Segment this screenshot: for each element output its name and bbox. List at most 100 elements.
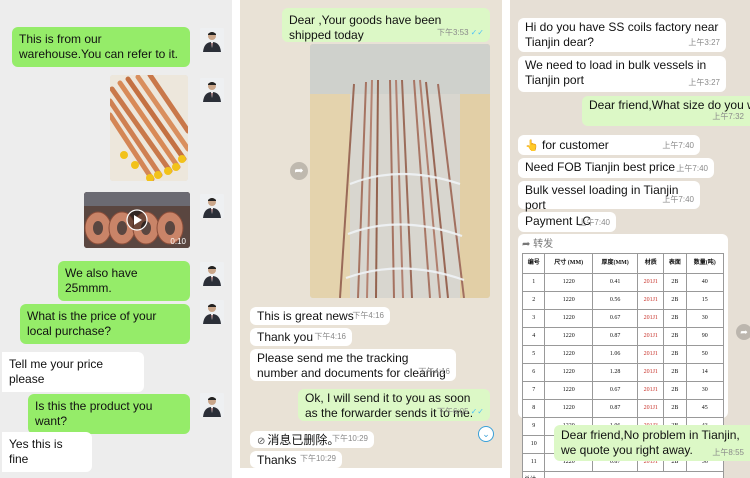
table-cell: 201J1 [637,363,665,382]
avatar[interactable] [200,28,224,52]
chat-message[interactable]: What is the price of your local purchase… [20,304,190,344]
table-cell: 1220 [544,327,593,346]
table-cell: 9 [521,417,546,436]
table-cell: 2B [663,363,687,382]
copper-tubes-photo[interactable] [110,75,188,181]
chat-message[interactable]: Hi do you have SS coils factory near Tia… [518,18,726,52]
table-cell: 2B [663,291,687,310]
forward-icon[interactable]: ➦ [290,162,308,180]
table-cell: 总计 [521,471,546,478]
chat-message[interactable]: Thank you 下午4:16 [250,328,352,346]
chat-message[interactable]: We also have 25mmm. [58,261,190,301]
chat-message[interactable]: Ok, I will send it to you as soon as the… [298,389,490,421]
table-cell: 7 [521,381,546,400]
table-header-row: 编号 尺寸 (MM) 厚度(MM) 材质 表面 数量(吨) [521,253,725,274]
chat-message[interactable]: Dear ,Your goods have been shipped today… [282,8,490,42]
copper-coils-video[interactable]: 0:10 [84,192,190,248]
table-header-cell: 表面 [663,253,687,274]
forwarded-image-message[interactable]: ➦ 转发 编号 尺寸 (MM) 厚度(MM) 材质 表面 数量(吨) 1 1220… [518,234,728,478]
table-cell: 4 [521,327,546,346]
table-cell: 40 [685,273,725,292]
table-cell: 2B [663,399,687,418]
table-cell [544,471,724,478]
table-row: 1 1220 0.41 201J1 2B 40 [521,273,725,292]
message-text: We need to load in bulk vessels in Tianj… [525,58,707,87]
table-cell: 0.67 [591,381,639,400]
chat-message[interactable]: This is from our warehouse.You can refer… [12,27,190,67]
whatsapp-chat-panel-2: Hi do you have SS coils factory near Tia… [510,0,750,478]
table-row: 3 1220 0.67 201J1 2B 30 [521,309,725,328]
forward-arrow-icon: ➦ [522,239,531,250]
chat-message[interactable]: Is this the product you want? [28,394,190,434]
read-ticks-icon: ✓✓ [470,28,484,37]
avatar[interactable] [200,300,224,324]
table-cell: 201J1 [637,381,665,400]
message-text: We also have 25mmm. [65,266,138,295]
message-time: 上午8:55 [712,448,744,457]
blocked-icon: ⊘ [257,436,266,447]
table-row: 8 1220 0.87 201J1 2B 45 [521,399,725,418]
table-cell: 1220 [544,291,593,310]
chat-message[interactable]: Please send me the tracking number and d… [250,349,456,381]
chat-message[interactable]: 👆 for customer 上午7:40 [518,135,700,155]
message-text: This is from our warehouse.You can refer… [19,32,178,61]
chat-message[interactable]: Need FOB Tianjin best price 上午7:40 [518,158,714,178]
table-cell: 15 [685,291,725,310]
message-time: 上午7:40 [662,141,694,150]
message-text: This is great news [257,309,354,323]
table-cell: 201J1 [637,327,665,346]
table-cell: 2B [663,273,687,292]
table-row: 4 1220 0.87 201J1 2B 90 [521,327,725,346]
chat-message[interactable]: Thanks 下午10:29 [250,451,342,468]
table-cell: 201J1 [637,399,665,418]
table-cell: 30 [685,381,725,400]
avatar[interactable] [200,78,224,102]
chat-message[interactable]: Tell me your price please [2,352,144,392]
table-cell: 10 [521,435,546,454]
message-text: Need FOB Tianjin best price [525,160,676,174]
table-cell: 30 [685,309,725,328]
table-cell: 0.41 [591,273,639,292]
message-time: 上午7:40 [662,195,694,204]
message-time: 下午4:16 [352,311,384,320]
table-cell: 201J1 [637,345,665,364]
video-duration: 0:10 [170,237,186,246]
table-row: 7 1220 0.67 201J1 2B 30 [521,381,725,400]
forward-icon[interactable]: ➦ [736,324,750,340]
table-cell: 2B [663,309,687,328]
table-header-cell: 编号 [521,253,546,274]
avatar[interactable] [200,393,224,417]
message-text: Tell me your price please [9,357,104,386]
table-cell: 11 [521,453,546,472]
chat-message[interactable]: Bulk vessel loading in Tianjin port 上午7:… [518,181,700,212]
crate-of-tubes-photo[interactable] [310,44,490,298]
whatsapp-chat-panel: Dear ,Your goods have been shipped today… [240,0,502,468]
table-cell: 1220 [544,345,593,364]
chat-message[interactable]: Payment LC 上午7:40 [518,212,616,232]
message-time: 下午10:29 [331,434,368,443]
chat-message[interactable]: We need to load in bulk vessels in Tianj… [518,56,726,92]
scroll-down-button[interactable]: ⌄ [478,426,494,442]
table-cell: 201J1 [637,291,665,310]
message-time: 上午7:40 [578,218,610,227]
wechat-chat-panel: This is from our warehouse.You can refer… [0,0,232,478]
chat-message[interactable]: Dear friend,No problem in Tianjin, we qu… [554,425,750,461]
message-time: 下午4:16 [418,367,450,376]
message-time: 上午7:40 [676,164,708,173]
table-cell: 201J1 [637,273,665,292]
avatar[interactable] [200,194,224,218]
avatar[interactable] [200,262,224,286]
message-time: 上午3:27 [688,78,720,87]
forwarded-label: ➦ 转发 [522,239,554,250]
chat-message[interactable]: This is great news 下午4:16 [250,307,390,325]
table-cell: 8 [521,399,546,418]
chat-message[interactable]: Yes this is fine [2,432,92,472]
table-cell: 1.28 [591,363,639,382]
table-cell: 90 [685,327,725,346]
table-header-cell: 数量(吨) [685,253,725,274]
table-cell: 2B [663,345,687,364]
table-cell: 1220 [544,309,593,328]
table-cell: 1220 [544,273,593,292]
chat-message[interactable]: Dear friend,What size do you want 上午7:32 [582,96,750,126]
deleted-message[interactable]: ⊘ 消息已删除。 下午10:29 [250,431,374,448]
